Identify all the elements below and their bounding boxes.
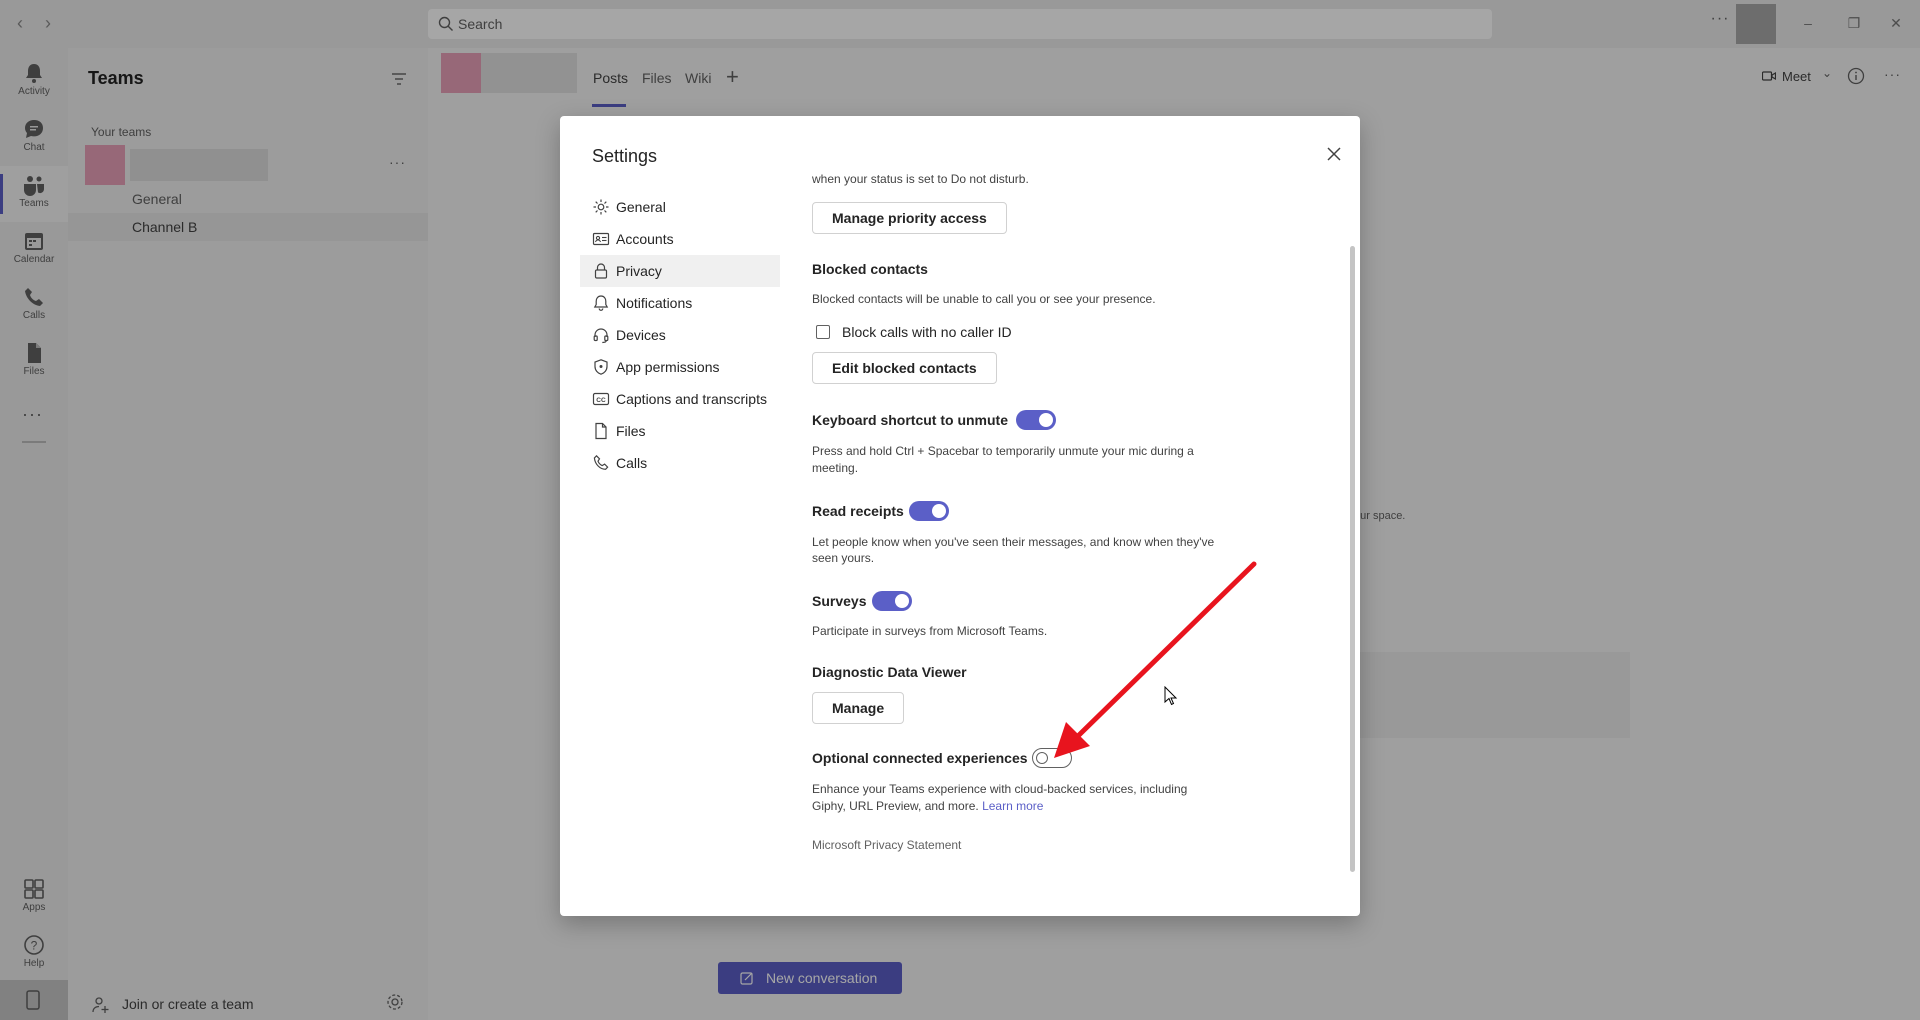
optional-experiences-toggle[interactable] xyxy=(1032,748,1072,768)
headset-icon xyxy=(593,328,609,344)
surveys-heading: Surveys xyxy=(812,593,867,609)
optional-experiences-desc-2: Giphy, URL Preview, and more. Learn more xyxy=(812,799,1044,813)
settings-dialog: Settings General Accounts Privacy Notifi… xyxy=(560,116,1360,916)
optional-experiences-heading: Optional connected experiences xyxy=(812,750,1028,766)
settings-nav-notifications[interactable]: Notifications xyxy=(580,287,780,319)
svg-text:CC: CC xyxy=(596,397,606,404)
optional-experiences-desc-1: Enhance your Teams experience with cloud… xyxy=(812,782,1188,796)
settings-nav-calls[interactable]: Calls xyxy=(580,447,780,479)
surveys-toggle[interactable] xyxy=(872,591,912,611)
file-icon xyxy=(595,422,607,440)
settings-nav-devices[interactable]: Devices xyxy=(580,319,780,351)
mouse-cursor-icon xyxy=(1164,686,1178,706)
gear-icon xyxy=(593,199,609,215)
phone-icon xyxy=(593,454,609,470)
toggle-knob xyxy=(1036,752,1048,764)
settings-nav-files[interactable]: Files xyxy=(580,415,780,447)
settings-nav-app-permissions[interactable]: App permissions xyxy=(580,351,780,383)
blocked-contacts-heading: Blocked contacts xyxy=(812,261,928,277)
learn-more-link[interactable]: Learn more xyxy=(982,799,1043,813)
settings-scrollbar[interactable] xyxy=(1350,246,1355,872)
id-card-icon xyxy=(592,232,610,246)
settings-nav-general[interactable]: General xyxy=(580,191,780,223)
keyboard-shortcut-desc-1: Press and hold Ctrl + Spacebar to tempor… xyxy=(812,444,1194,458)
dnd-description: when your status is set to Do not distur… xyxy=(812,172,1029,186)
read-receipts-desc-1: Let people know when you've seen their m… xyxy=(812,535,1215,549)
keyboard-shortcut-heading: Keyboard shortcut to unmute xyxy=(812,412,1009,428)
keyboard-shortcut-desc-2: meeting. xyxy=(812,461,859,475)
shield-icon xyxy=(594,359,608,375)
keyboard-shortcut-toggle[interactable] xyxy=(1016,410,1056,430)
cc-icon: CC xyxy=(592,392,610,406)
manage-priority-access-button[interactable]: Manage priority access xyxy=(812,202,1007,234)
edit-blocked-contacts-button[interactable]: Edit blocked contacts xyxy=(812,352,997,384)
privacy-statement-link[interactable]: Microsoft Privacy Statement xyxy=(812,838,961,852)
toggle-knob xyxy=(1039,413,1053,427)
dialog-title: Settings xyxy=(592,146,658,166)
privacy-settings-content: when your status is set to Do not distur… xyxy=(812,172,1215,852)
read-receipts-toggle[interactable] xyxy=(909,501,949,521)
block-no-caller-checkbox[interactable] xyxy=(816,325,830,339)
read-receipts-heading: Read receipts xyxy=(812,503,904,519)
toggle-knob xyxy=(895,594,909,608)
settings-nav-accounts[interactable]: Accounts xyxy=(580,223,780,255)
read-receipts-desc-2: seen yours. xyxy=(812,551,875,565)
toggle-knob xyxy=(932,504,946,518)
diagnostic-data-heading: Diagnostic Data Viewer xyxy=(812,664,967,680)
settings-nav-privacy[interactable]: Privacy xyxy=(580,255,780,287)
blocked-contacts-description: Blocked contacts will be unable to call … xyxy=(812,292,1156,306)
bell-icon xyxy=(593,295,609,311)
settings-nav-captions[interactable]: CC Captions and transcripts xyxy=(580,383,780,415)
manage-diagnostic-button[interactable]: Manage xyxy=(812,692,905,724)
lock-icon xyxy=(594,263,608,279)
surveys-description: Participate in surveys from Microsoft Te… xyxy=(812,624,1048,638)
